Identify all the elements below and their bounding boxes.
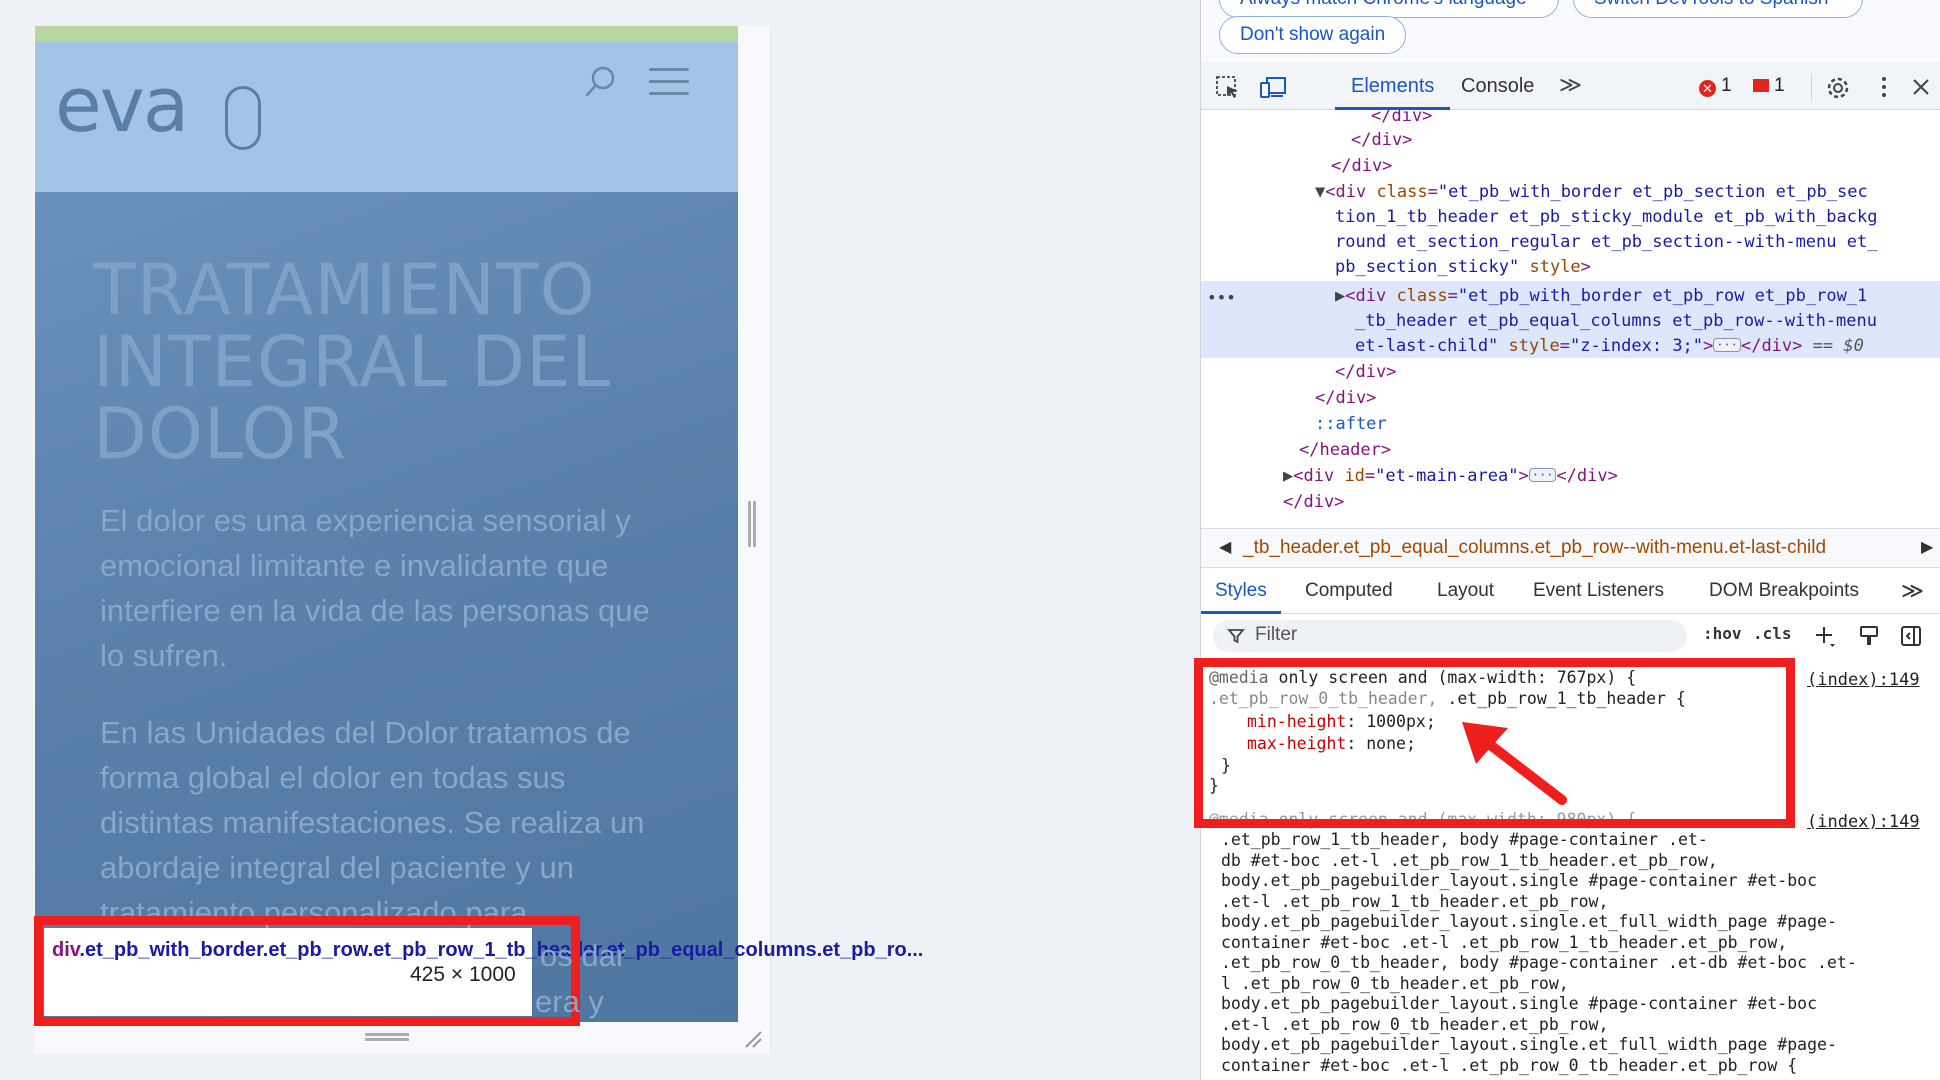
tab-computed[interactable]: Computed xyxy=(1305,568,1393,614)
class-toggle[interactable]: .cls xyxy=(1753,624,1792,643)
issue-flag-icon xyxy=(1753,79,1769,92)
viewport-resize-handle-vertical[interactable] xyxy=(748,501,756,547)
viewport-resize-corner-icon[interactable] xyxy=(742,1028,762,1048)
hero-text-fragment-2: era y xyxy=(535,984,604,1019)
toolbar-divider xyxy=(1811,74,1812,100)
tab-event-listeners[interactable]: Event Listeners xyxy=(1533,568,1664,614)
css-selector-line[interactable]: .et-l .et_pb_row_1_tb_header.et_pb_row, xyxy=(1221,892,1608,913)
dom-line[interactable]: tion_1_tb_header et_pb_sticky_module et_… xyxy=(1335,205,1877,231)
top-color-strip xyxy=(35,26,738,42)
dom-line[interactable]: round et_section_regular et_pb_section--… xyxy=(1335,230,1877,256)
site-logo[interactable]: eva xyxy=(55,60,189,149)
filter-funnel-icon xyxy=(1227,627,1245,645)
switch-language-button[interactable]: Switch DevTools to Spanish xyxy=(1573,0,1863,18)
rule-source-link[interactable]: (index):149 xyxy=(1807,670,1920,691)
dom-line[interactable]: </div> xyxy=(1335,360,1396,386)
dom-line-selected[interactable]: et-last-child" style="z-index: 3;"> ··· </… xyxy=(1355,334,1864,360)
css-selector-line[interactable]: .et_pb_row_0_tb_header, body #page-conta… xyxy=(1221,953,1857,974)
dom-line[interactable]: </div> xyxy=(1331,154,1392,180)
toggle-sidebar-icon[interactable] xyxy=(1899,624,1923,648)
css-selector-line[interactable]: .et_pb_row_1_tb_header, body #page-conta… xyxy=(1221,830,1708,851)
dom-line[interactable]: </div> xyxy=(1283,490,1344,516)
tab-styles[interactable]: Styles xyxy=(1201,568,1281,614)
dom-breadcrumb[interactable]: ◀ _tb_header.et_pb_equal_columns.et_pb_r… xyxy=(1201,528,1940,568)
page-viewport: eva TRATAMIENTO INTEGRAL DEL DOLOR El do… xyxy=(35,26,738,1022)
dom-line-selected[interactable]: _tb_header et_pb_equal_columns et_pb_row… xyxy=(1355,309,1877,335)
more-sub-tabs-chevron-icon[interactable]: ≫ xyxy=(1901,568,1924,614)
devtools-tab-bar: Elements Console ≫ ✕ 1 1 xyxy=(1201,62,1940,110)
dom-line[interactable]: </div> xyxy=(1351,128,1412,154)
dom-line-pseudo[interactable]: ::after xyxy=(1315,412,1387,438)
inspect-element-icon[interactable] xyxy=(1215,75,1241,99)
logo-mark-icon xyxy=(225,86,261,150)
hero-title: TRATAMIENTO INTEGRAL DEL DOLOR xyxy=(93,249,612,475)
css-selector-line[interactable]: body.et_pb_pagebuilder_layout.single.et_… xyxy=(1221,912,1837,933)
collapsed-children-ellipsis[interactable]: ··· xyxy=(1713,338,1741,352)
css-selector-line[interactable]: .et-l .et_pb_row_0_tb_header.et_pb_row, xyxy=(1221,1015,1608,1036)
dom-line-selected[interactable]: ▶<div class="et_pb_with_border et_pb_row… xyxy=(1335,284,1867,310)
css-selector-line[interactable]: body.et_pb_pagebuilder_layout.single #pa… xyxy=(1221,994,1817,1015)
new-style-rule-plus-icon[interactable] xyxy=(1813,624,1837,648)
dom-line-section-header[interactable]: ▼<div class="et_pb_with_border et_pb_sec… xyxy=(1315,180,1868,206)
annotation-arrow-icon xyxy=(1450,712,1580,812)
devtools-panel: Always match Chrome's language Switch De… xyxy=(1200,0,1940,1080)
dom-line[interactable]: </header> xyxy=(1299,438,1391,464)
more-tabs-chevron-icon[interactable]: ≫ xyxy=(1559,62,1582,110)
css-selector-line[interactable]: container #et-boc .et-l .et_pb_row_1_tb_… xyxy=(1221,933,1787,954)
breadcrumb-scroll-left-icon[interactable]: ◀ xyxy=(1219,529,1231,567)
tab-console[interactable]: Console xyxy=(1461,62,1534,110)
hamburger-menu-icon[interactable] xyxy=(649,68,689,98)
css-selector-line[interactable]: l .et_pb_row_0_tb_header.et_pb_row, xyxy=(1221,974,1569,995)
breadcrumb-scroll-right-icon[interactable]: ▶ xyxy=(1921,529,1933,567)
hero-paragraph-2: En las Unidades del Dolor tratamos de fo… xyxy=(100,715,645,930)
node-actions-ellipsis[interactable]: ••• xyxy=(1207,285,1236,311)
styles-sub-tabs: Styles Computed Layout Event Listeners D… xyxy=(1201,568,1940,614)
screen: eva TRATAMIENTO INTEGRAL DEL DOLOR El do… xyxy=(0,0,1940,1080)
viewport-resize-handle-horizontal[interactable] xyxy=(365,1033,409,1041)
dom-line[interactable]: </div> xyxy=(1371,110,1432,130)
close-devtools-icon[interactable] xyxy=(1909,75,1935,99)
language-infobar: Always match Chrome's language Switch De… xyxy=(1201,0,1940,62)
dont-show-again-button[interactable]: Don't show again xyxy=(1219,16,1407,54)
hero-paragraph-1: El dolor es una experiencia sensorial y … xyxy=(100,503,650,673)
rule-source-link-2[interactable]: (index):149 xyxy=(1807,812,1920,833)
dom-tree[interactable]: ••• </div> </div> </div> ▼<div class="et… xyxy=(1201,110,1940,528)
css-selector-line[interactable]: db #et-boc .et-l .et_pb_row_1_tb_header.… xyxy=(1221,851,1718,872)
css-selector-line[interactable]: container #et-boc .et-l .et_pb_row_0_tb_… xyxy=(1221,1056,1797,1077)
error-icon: ✕ xyxy=(1699,80,1716,97)
breadcrumb-text[interactable]: _tb_header.et_pb_equal_columns.et_pb_row… xyxy=(1243,529,1826,567)
device-toolbar-icon[interactable] xyxy=(1259,75,1286,99)
tab-elements[interactable]: Elements xyxy=(1335,62,1451,110)
search-icon[interactable] xyxy=(583,64,619,100)
tab-layout[interactable]: Layout xyxy=(1437,568,1494,614)
collapsed-children-ellipsis[interactable]: ··· xyxy=(1528,468,1557,482)
dom-line[interactable]: pb_section_sticky" style> xyxy=(1335,255,1591,281)
settings-gear-icon[interactable] xyxy=(1825,75,1851,99)
rendering-paint-icon[interactable] xyxy=(1857,624,1881,648)
errors-counter[interactable]: ✕ 1 xyxy=(1699,62,1732,110)
filter-placeholder: Filter xyxy=(1255,624,1298,645)
css-selector-line[interactable]: body.et_pb_pagebuilder_layout.single.et_… xyxy=(1221,1035,1837,1056)
dom-line-main-area[interactable]: ▶<div id="et-main-area"> ··· </div> xyxy=(1283,464,1618,490)
site-header: eva xyxy=(35,42,738,192)
dom-line[interactable]: </div> xyxy=(1315,386,1376,412)
more-options-kebab-icon[interactable] xyxy=(1871,75,1897,99)
tab-dom-breakpoints[interactable]: DOM Breakpoints xyxy=(1709,568,1859,614)
hero-section: TRATAMIENTO INTEGRAL DEL DOLOR El dolor … xyxy=(35,192,738,1022)
styles-filter-row: Filter :hov .cls xyxy=(1201,614,1940,658)
tooltip-highlight-frame xyxy=(34,916,580,1026)
hover-state-toggle[interactable]: :hov xyxy=(1703,624,1742,643)
css-selector-line[interactable]: body.et_pb_pagebuilder_layout.single #pa… xyxy=(1221,871,1817,892)
issues-counter[interactable]: 1 xyxy=(1753,62,1785,110)
hero-text-fragment-1: os dar xyxy=(540,938,627,973)
